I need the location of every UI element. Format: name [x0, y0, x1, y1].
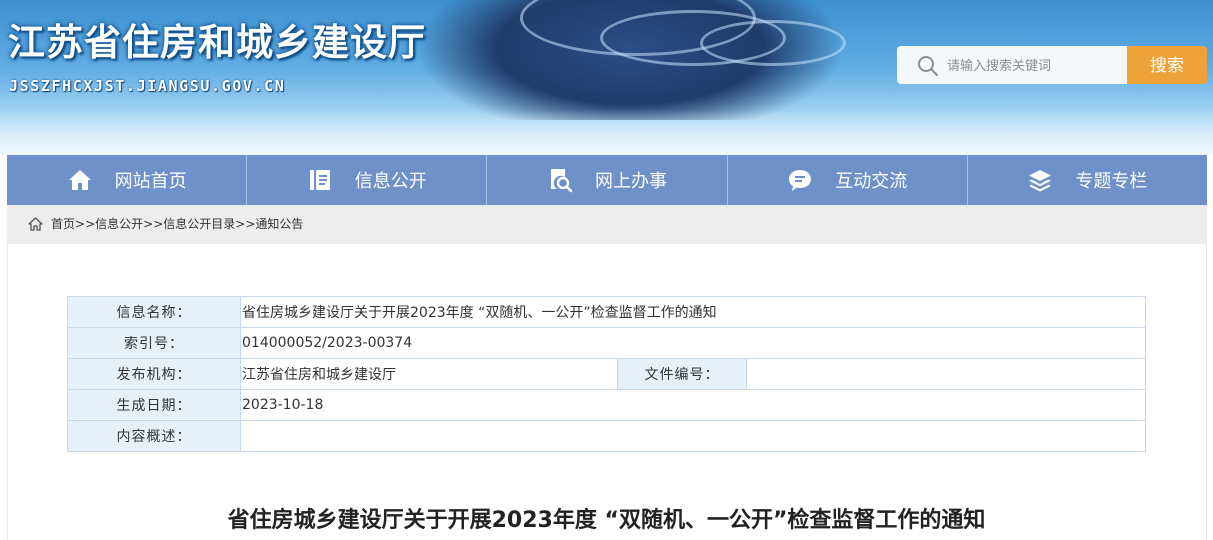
breadcrumb-link-home[interactable]: 首页 — [51, 217, 75, 231]
document-number-value — [745, 358, 1147, 390]
table-row: 发布机构： 江苏省住房和城乡建设厅 文件编号： — [67, 358, 1147, 390]
nav-item-interaction[interactable]: 互动交流 — [728, 155, 968, 205]
breadcrumb-separator: >> — [235, 217, 256, 231]
summary-value — [239, 420, 1147, 452]
home-icon — [68, 170, 91, 190]
table-row: 生成日期： 2023-10-18 — [67, 389, 1147, 421]
publisher-label: 发布机构： — [67, 358, 241, 390]
info-name-value: 省住房城乡建设厅关于开展2023年度 “双随机、一公开”检查监督工作的通知 — [239, 296, 1147, 328]
document-icon — [309, 170, 330, 190]
index-number-label: 索引号： — [67, 327, 241, 359]
breadcrumb-link-notices[interactable]: 通知公告 — [255, 217, 303, 231]
breadcrumb-link-info-disclosure[interactable]: 信息公开 — [95, 217, 143, 231]
home-icon — [28, 217, 43, 231]
article-title: 省住房城乡建设厅关于开展2023年度 “双随机、一公开”检查监督工作的通知 — [227, 508, 986, 533]
info-meta-table: 信息名称： 省住房城乡建设厅关于开展2023年度 “双随机、一公开”检查监督工作… — [67, 296, 1147, 452]
info-name-label: 信息名称： — [67, 296, 241, 328]
site-domain: JSSZFHCXJST.JIANGSU.GOV.CN — [9, 77, 286, 95]
search-button[interactable]: 搜索 — [1127, 46, 1207, 84]
nav-item-label: 专题专栏 — [1075, 171, 1148, 192]
main-nav: 网站首页 信息公开 网上办事 互动交流 专题专栏 — [7, 155, 1207, 205]
banner-arc — [700, 20, 846, 66]
breadcrumb-separator: >> — [75, 217, 96, 231]
nav-item-special-topics[interactable]: 专题专栏 — [968, 155, 1207, 205]
table-row: 索引号： 014000052/2023-00374 — [67, 327, 1147, 359]
header-banner: 江苏省住房和城乡建设厅 JSSZFHCXJST.JIANGSU.GOV.CN 搜… — [0, 0, 1213, 155]
table-row: 内容概述： — [67, 420, 1147, 452]
search-input[interactable] — [945, 46, 1127, 86]
breadcrumb-bar: 首页>>信息公开>>信息公开目录>>通知公告 — [7, 205, 1207, 244]
breadcrumb-separator: >> — [143, 217, 164, 231]
banner-city-haze — [0, 110, 1213, 155]
breadcrumb-link-info-catalog[interactable]: 信息公开目录 — [163, 217, 235, 231]
summary-label: 内容概述： — [67, 420, 241, 452]
layers-icon — [1029, 170, 1052, 192]
document-number-label: 文件编号： — [617, 358, 747, 390]
search-icon — [918, 56, 939, 77]
creation-date-label: 生成日期： — [67, 389, 241, 421]
breadcrumb: 首页>>信息公开>>信息公开目录>>通知公告 — [51, 205, 303, 244]
nav-item-label: 网站首页 — [114, 171, 187, 192]
chat-icon — [789, 170, 812, 191]
publisher-value: 江苏省住房和城乡建设厅 — [240, 358, 618, 390]
creation-date-value: 2023-10-18 — [239, 389, 1147, 421]
nav-item-label: 网上办事 — [595, 171, 667, 192]
nav-item-home[interactable]: 网站首页 — [7, 155, 248, 205]
index-number-value: 014000052/2023-00374 — [239, 327, 1147, 359]
search-box — [897, 46, 1127, 86]
search-document-icon — [551, 169, 573, 193]
nav-item-info-disclosure[interactable]: 信息公开 — [247, 155, 488, 205]
table-row: 信息名称： 省住房城乡建设厅关于开展2023年度 “双随机、一公开”检查监督工作… — [67, 296, 1147, 328]
nav-item-online-services[interactable]: 网上办事 — [487, 155, 728, 205]
site-title[interactable]: 江苏省住房和城乡建设厅 — [8, 12, 426, 66]
nav-item-label: 信息公开 — [354, 171, 427, 192]
nav-item-label: 互动交流 — [835, 171, 908, 192]
